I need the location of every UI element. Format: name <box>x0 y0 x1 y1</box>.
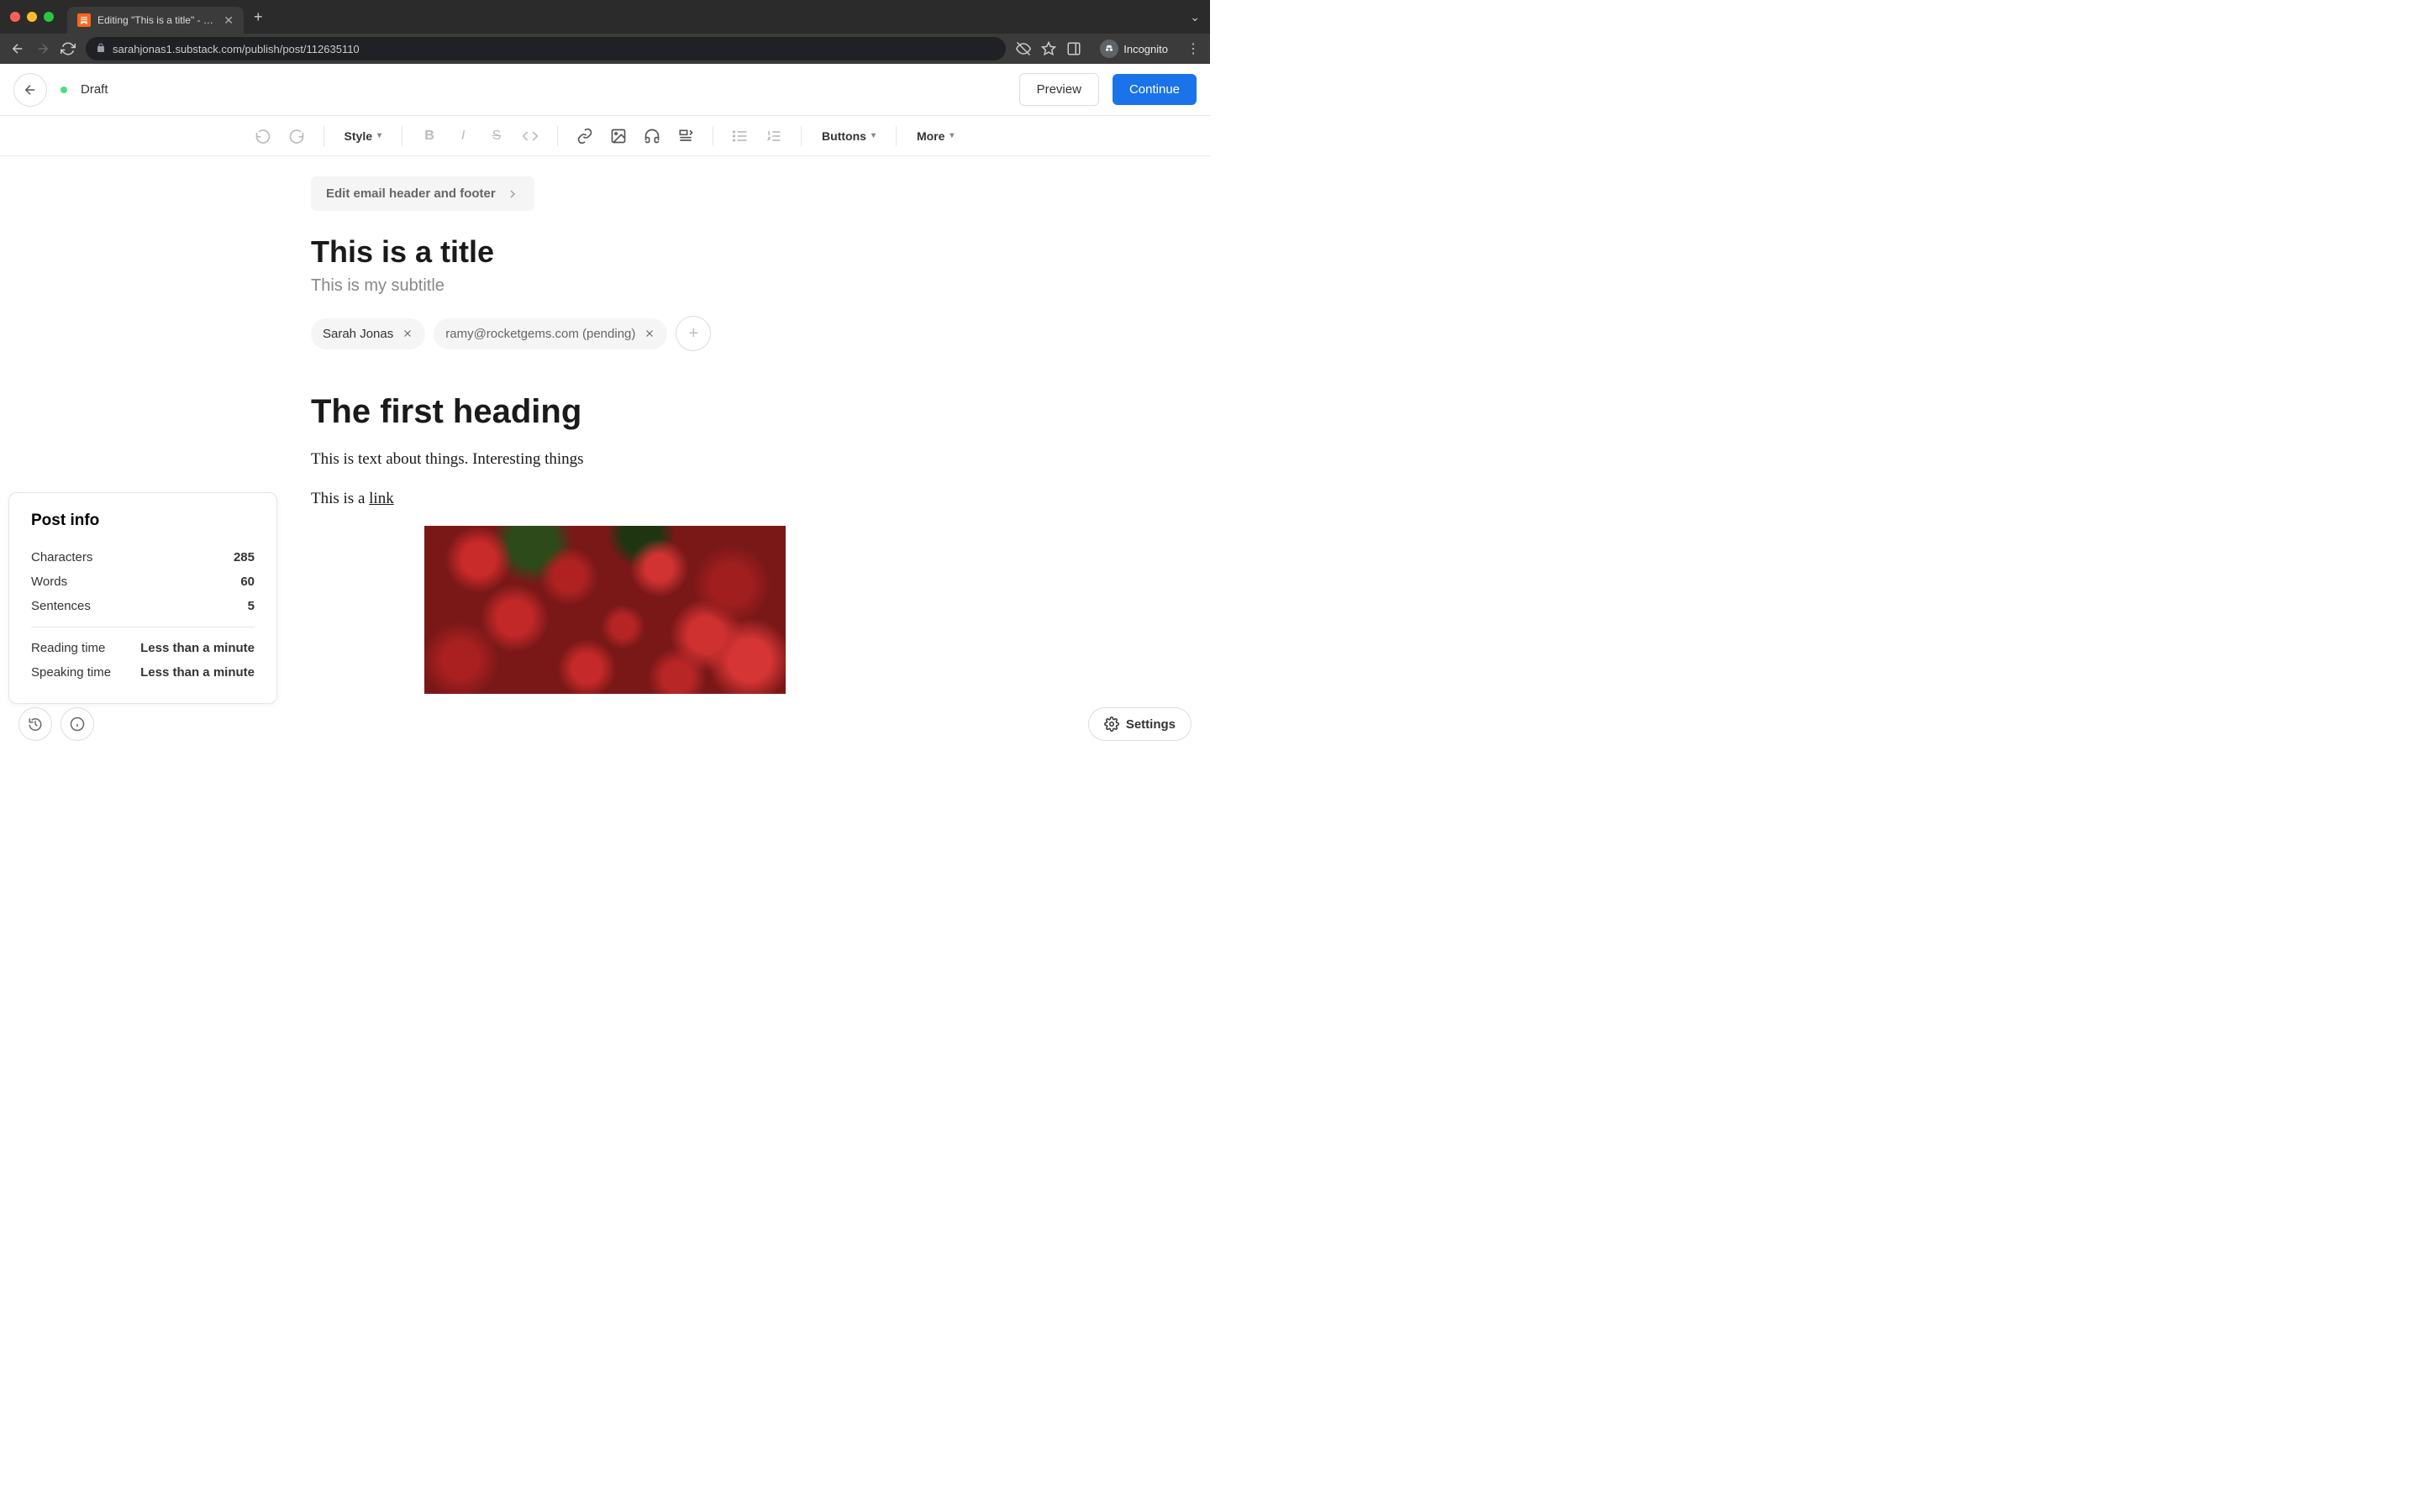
draft-status-dot <box>60 87 67 93</box>
continue-button[interactable]: Continue <box>1113 74 1197 105</box>
ordered-list-button[interactable] <box>759 121 789 151</box>
author-name: Sarah Jonas <box>323 327 393 341</box>
tracking-off-icon[interactable] <box>1016 41 1031 56</box>
info-button[interactable] <box>60 707 94 741</box>
author-chip[interactable]: ramy@rocketgems.com (pending) <box>434 318 667 349</box>
italic-button[interactable]: I <box>448 121 478 151</box>
buttons-dropdown[interactable]: Buttons ▾ <box>813 124 884 148</box>
info-value: Less than a minute <box>140 641 255 655</box>
history-button[interactable] <box>18 707 52 741</box>
chevron-down-icon: ▾ <box>871 131 876 140</box>
close-window-button[interactable] <box>10 12 20 22</box>
settings-button[interactable]: Settings <box>1088 707 1192 741</box>
paragraph-text: This is a <box>311 490 369 507</box>
image-button[interactable] <box>603 121 634 151</box>
more-dropdown[interactable]: More ▾ <box>908 124 962 148</box>
post-subtitle-input[interactable]: This is my subtitle <box>311 276 899 296</box>
browser-toolbar: sarahjonas1.substack.com/publish/post/11… <box>0 34 1210 64</box>
window-controls <box>10 12 54 22</box>
browser-titlebar: Editing "This is a title" - Subst… ✕ + ⌄ <box>0 0 1210 34</box>
authors-row: Sarah Jonas ramy@rocketgems.com (pending… <box>311 316 899 351</box>
history-icon <box>28 717 43 732</box>
maximize-window-button[interactable] <box>44 12 54 22</box>
info-icon <box>70 717 85 732</box>
edit-email-header-button[interactable]: Edit email header and footer <box>311 176 534 211</box>
post-info-title: Post info <box>31 512 255 530</box>
bullet-list-button[interactable] <box>725 121 755 151</box>
info-row-characters: Characters 285 <box>31 545 255 570</box>
tab-close-button[interactable]: ✕ <box>224 13 234 28</box>
chevron-right-icon <box>506 187 519 201</box>
side-panel-icon[interactable] <box>1066 41 1081 56</box>
info-value: Less than a minute <box>140 665 255 680</box>
remove-author-button[interactable] <box>644 328 655 339</box>
preview-button[interactable]: Preview <box>1019 73 1099 106</box>
info-label: Reading time <box>31 641 105 655</box>
strikethrough-button[interactable]: S <box>481 121 512 151</box>
more-label: More <box>917 129 944 143</box>
content-link[interactable]: link <box>369 490 394 507</box>
remove-author-button[interactable] <box>402 328 413 339</box>
address-bar[interactable]: sarahjonas1.substack.com/publish/post/11… <box>86 37 1006 60</box>
content-paragraph[interactable]: This is a link <box>311 487 899 512</box>
info-label: Sentences <box>31 599 91 613</box>
info-label: Speaking time <box>31 665 111 680</box>
incognito-badge[interactable]: Incognito <box>1092 36 1176 61</box>
toolbar-separator <box>557 126 558 146</box>
info-row-speaking-time: Speaking time Less than a minute <box>31 660 255 685</box>
bold-button[interactable]: B <box>414 121 445 151</box>
buttons-label: Buttons <box>822 129 866 143</box>
incognito-label: Incognito <box>1123 43 1168 55</box>
redo-button[interactable] <box>281 121 312 151</box>
code-button[interactable] <box>515 121 545 151</box>
post-info-panel: Post info Characters 285 Words 60 Senten… <box>8 492 277 704</box>
style-label: Style <box>345 129 372 143</box>
back-button[interactable] <box>13 73 47 107</box>
editor-toolbar: Style ▾ B I S <box>0 116 1210 156</box>
author-name: ramy@rocketgems.com (pending) <box>445 327 635 341</box>
gear-icon <box>1104 717 1119 732</box>
bookmark-star-icon[interactable] <box>1041 41 1056 56</box>
toolbar-separator <box>801 126 802 146</box>
chevron-down-icon: ▾ <box>950 131 954 140</box>
info-row-reading-time: Reading time Less than a minute <box>31 636 255 660</box>
reload-button[interactable] <box>60 41 76 56</box>
content-paragraph[interactable]: This is text about things. Interesting t… <box>311 448 899 472</box>
toolbar-separator <box>896 126 897 146</box>
browser-menu-icon[interactable]: ⋮ <box>1186 40 1200 57</box>
info-value: 5 <box>248 599 255 613</box>
post-title-input[interactable]: This is a title <box>311 234 899 270</box>
draft-status-label: Draft <box>81 82 108 97</box>
info-row-words: Words 60 <box>31 570 255 594</box>
insert-block-button[interactable] <box>671 121 701 151</box>
tabs-overflow-icon[interactable]: ⌄ <box>1190 10 1200 24</box>
chevron-down-icon: ▾ <box>377 131 381 140</box>
add-author-button[interactable]: + <box>676 316 711 351</box>
undo-button[interactable] <box>248 121 278 151</box>
info-value: 60 <box>240 575 255 589</box>
substack-favicon <box>77 13 91 27</box>
app-header: Draft Preview Continue <box>0 64 1210 116</box>
nav-forward-button[interactable] <box>35 41 50 56</box>
author-chip[interactable]: Sarah Jonas <box>311 318 425 349</box>
new-tab-button[interactable]: + <box>254 8 263 26</box>
browser-tab[interactable]: Editing "This is a title" - Subst… ✕ <box>67 7 244 34</box>
settings-label: Settings <box>1126 717 1176 732</box>
style-dropdown[interactable]: Style ▾ <box>336 124 391 148</box>
tab-title: Editing "This is a title" - Subst… <box>97 14 217 26</box>
post-image[interactable] <box>424 526 786 694</box>
link-button[interactable] <box>570 121 600 151</box>
info-row-sentences: Sentences 5 <box>31 594 255 618</box>
url-text: sarahjonas1.substack.com/publish/post/11… <box>113 43 360 55</box>
email-header-label: Edit email header and footer <box>326 186 496 201</box>
lock-icon <box>96 43 106 55</box>
info-label: Characters <box>31 550 92 564</box>
content-heading[interactable]: The first heading <box>311 393 899 431</box>
nav-back-button[interactable] <box>10 41 25 56</box>
minimize-window-button[interactable] <box>27 12 37 22</box>
incognito-icon <box>1100 39 1118 58</box>
info-label: Words <box>31 575 67 589</box>
audio-button[interactable] <box>637 121 667 151</box>
info-value: 285 <box>234 550 255 564</box>
